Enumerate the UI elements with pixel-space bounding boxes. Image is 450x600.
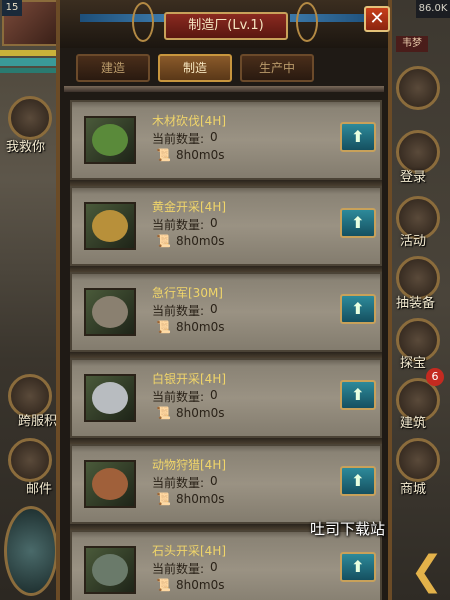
item-count: 0	[210, 216, 218, 230]
resource-chip: 韦梦	[396, 36, 428, 52]
right-label-treasure: 探宝	[400, 356, 427, 371]
stone-icon	[84, 546, 136, 594]
silver-icon	[84, 374, 136, 422]
list-item: 急行军[30M] 当前数量: 0 📜 8h0m0s ⬆	[70, 272, 382, 352]
gold-icon	[84, 202, 136, 250]
mail-icon[interactable]	[8, 438, 52, 482]
tab-divider	[64, 86, 384, 92]
item-name: 木材砍伐[4H]	[152, 114, 227, 128]
watermark-text: 吐司下载站	[310, 520, 386, 538]
hero-portrait-icon[interactable]	[8, 96, 52, 140]
item-count: 0	[210, 388, 218, 402]
stamina-bar	[0, 68, 58, 73]
title-ornament-left	[132, 2, 154, 42]
scroll-icon: 📜	[156, 492, 171, 506]
power-bar	[0, 58, 58, 66]
item-count-label: 当前数量:	[152, 562, 205, 576]
item-name: 动物狩猎[4H]	[152, 458, 227, 472]
left-label-mail: 邮件	[26, 482, 53, 497]
list-item: 石头开采[4H] 当前数量: 0 📜 8h0m0s ⬆	[70, 530, 382, 600]
notification-badge: 6	[426, 368, 444, 386]
item-name: 石头开采[4H]	[152, 544, 227, 558]
item-count: 0	[210, 302, 218, 316]
item-duration: 8h0m0s	[176, 492, 225, 506]
upgrade-button[interactable]: ⬆	[340, 552, 376, 582]
item-duration: 8h0m0s	[176, 320, 225, 334]
tab-manufacture[interactable]: 制造	[158, 54, 232, 82]
upgrade-button[interactable]: ⬆	[340, 208, 376, 238]
march-icon	[84, 288, 136, 336]
right-label-shop: 商城	[400, 482, 427, 497]
item-count-label: 当前数量:	[152, 390, 205, 404]
exp-bar	[0, 50, 58, 56]
scroll-icon: 📜	[156, 320, 171, 334]
lumber-icon	[84, 116, 136, 164]
item-count: 0	[210, 130, 218, 144]
left-label-rescue: 我救你	[6, 140, 46, 155]
right-label-building: 建筑	[400, 416, 427, 431]
scroll-icon: 📜	[156, 578, 171, 592]
item-count: 0	[210, 474, 218, 488]
panel-title: 制造厂(Lv.1)	[164, 12, 288, 40]
item-name: 白银开采[4H]	[152, 372, 227, 386]
right-label-draw: 抽装备	[396, 296, 436, 311]
tab-in-production[interactable]: 生产中	[240, 54, 314, 82]
list-item: 黄金开采[4H] 当前数量: 0 📜 8h0m0s ⬆	[70, 186, 382, 266]
list-item: 动物狩猎[4H] 当前数量: 0 📜 8h0m0s ⬆	[70, 444, 382, 524]
item-count: 0	[210, 560, 218, 574]
scroll-icon: 📜	[156, 148, 171, 162]
item-count-label: 当前数量:	[152, 304, 205, 318]
list-item: 白银开采[4H] 当前数量: 0 📜 8h0m0s ⬆	[70, 358, 382, 438]
left-label-crossserver: 跨服积	[18, 414, 58, 429]
player-level-badge: 15	[2, 0, 22, 16]
upgrade-button[interactable]: ⬆	[340, 294, 376, 324]
collapse-arrow-icon[interactable]: ❮	[410, 546, 444, 596]
item-duration: 8h0m0s	[176, 406, 225, 420]
right-label-activity: 活动	[400, 234, 427, 249]
hunt-icon	[84, 460, 136, 508]
item-name: 黄金开采[4H]	[152, 200, 227, 214]
item-duration: 8h0m0s	[176, 578, 225, 592]
item-count-label: 当前数量:	[152, 218, 205, 232]
upgrade-button[interactable]: ⬆	[340, 122, 376, 152]
item-count-label: 当前数量:	[152, 132, 205, 146]
upgrade-button[interactable]: ⬆	[340, 466, 376, 496]
list-item: 木材砍伐[4H] 当前数量: 0 📜 8h0m0s ⬆	[70, 100, 382, 180]
scroll-icon: 📜	[156, 234, 171, 248]
resource-top-value: 86.0K	[416, 0, 450, 18]
world-map-icon[interactable]	[4, 506, 58, 596]
item-name: 急行军[30M]	[152, 286, 223, 300]
title-ornament-right	[296, 2, 318, 42]
scroll-icon: 📜	[156, 406, 171, 420]
right-label-login: 登录	[400, 170, 427, 185]
factory-panel: 制造厂(Lv.1) ✕ 建造 制造 生产中 木材砍伐[4H] 当前数量: 0 📜…	[56, 0, 392, 600]
tab-bar: 建造 制造 生产中	[76, 54, 376, 84]
upgrade-button[interactable]: ⬆	[340, 380, 376, 410]
shop-icon[interactable]	[396, 438, 440, 482]
title-bar: 制造厂(Lv.1) ✕	[60, 0, 390, 48]
tab-build[interactable]: 建造	[76, 54, 150, 82]
item-duration: 8h0m0s	[176, 234, 225, 248]
item-count-label: 当前数量:	[152, 476, 205, 490]
item-duration: 8h0m0s	[176, 148, 225, 162]
shield-icon[interactable]	[396, 66, 440, 110]
close-button[interactable]: ✕	[364, 6, 390, 32]
